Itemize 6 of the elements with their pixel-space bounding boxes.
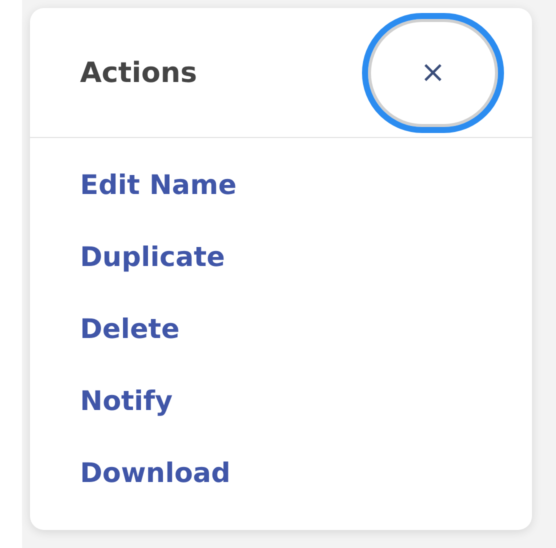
menu-item[interactable]: Notify bbox=[80, 382, 173, 422]
popover-title: Actions bbox=[80, 54, 198, 90]
menu-item[interactable]: Download bbox=[80, 454, 230, 494]
menu-item[interactable]: Edit Name bbox=[80, 166, 237, 206]
menu-item[interactable]: Duplicate bbox=[80, 238, 225, 278]
menu-item[interactable]: Delete bbox=[80, 310, 180, 350]
